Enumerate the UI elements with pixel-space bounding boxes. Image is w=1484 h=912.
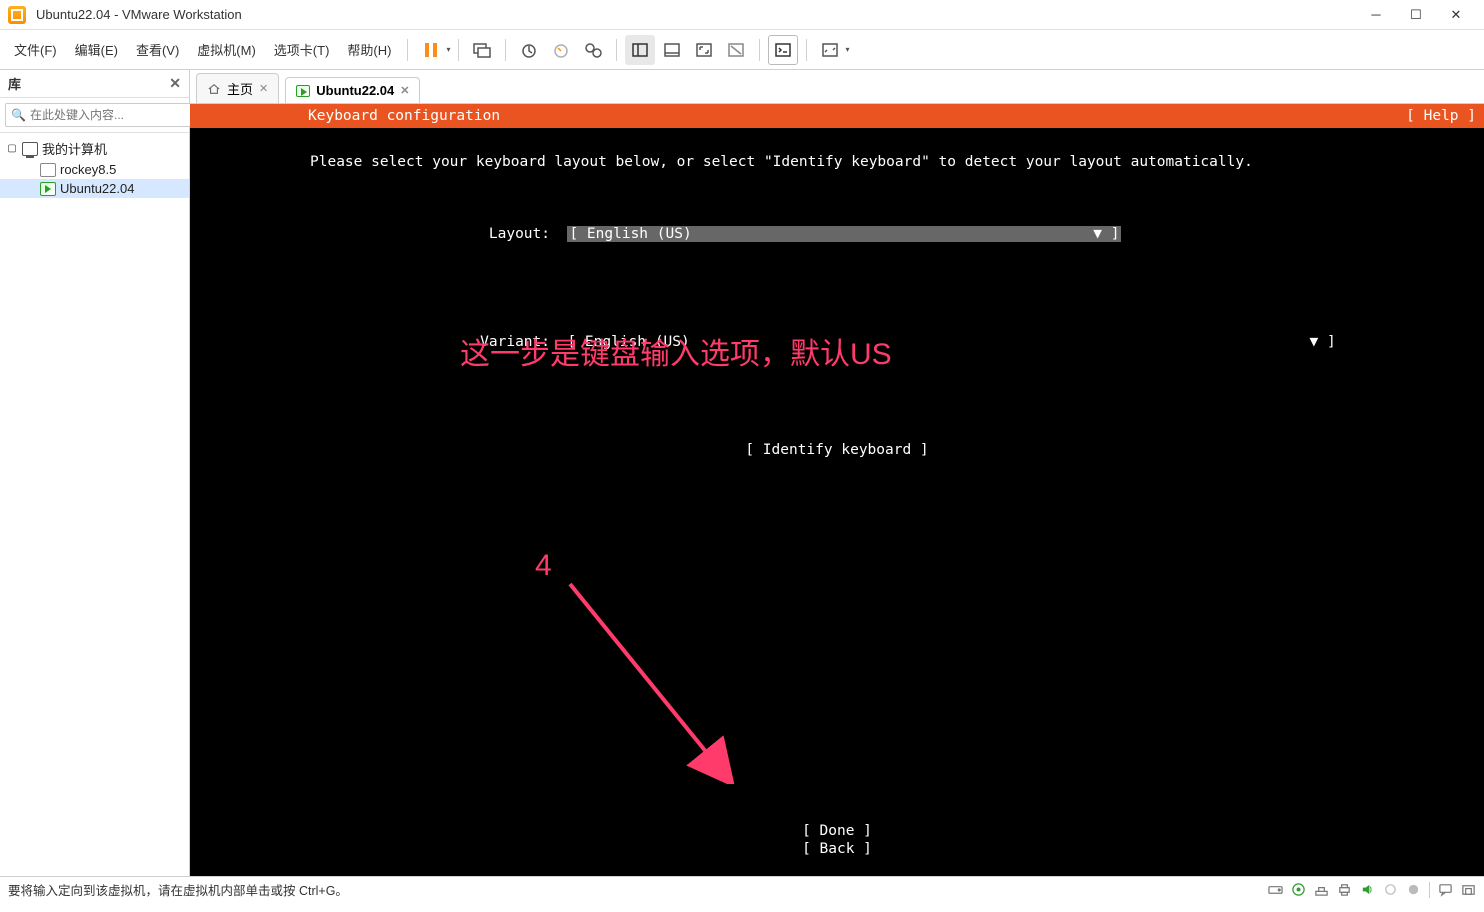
done-button[interactable]: [ Done ] xyxy=(190,822,1484,840)
pause-button[interactable] xyxy=(416,35,446,65)
maximize-button[interactable]: ☐ xyxy=(1396,0,1436,30)
status-icons xyxy=(1268,882,1476,898)
sidebar-search: 🔍 ▾ xyxy=(0,98,189,133)
sidebar-search-input[interactable] xyxy=(5,103,192,127)
tree-item-rockey[interactable]: rockey8.5 xyxy=(0,160,189,179)
input-grab-icon[interactable] xyxy=(1461,882,1476,897)
status-hint: 要将输入定向到该虚拟机，请在虚拟机内部单击或按 Ctrl+G。 xyxy=(8,880,348,899)
installer-instruction: Please select your keyboard layout below… xyxy=(190,152,1484,172)
tree-root-label: 我的计算机 xyxy=(42,139,107,158)
sidebar-header: 库 ✕ xyxy=(0,70,189,98)
sidebar-close-button[interactable]: ✕ xyxy=(169,75,181,92)
installer-footer: [ Done ] [ Back ] xyxy=(190,822,1484,858)
annotation-arrow xyxy=(560,574,740,784)
vm-running-icon xyxy=(40,182,56,196)
tabstrip: 主页 ✕ Ubuntu22.04 ✕ xyxy=(190,70,1484,104)
home-icon xyxy=(207,83,221,95)
close-button[interactable]: ✕ xyxy=(1436,0,1476,30)
tab-close-button[interactable]: ✕ xyxy=(259,82,268,95)
annotation-number: 4 xyxy=(535,549,552,583)
menu-tabs[interactable]: 选项卡(T) xyxy=(266,36,338,63)
tree-item-label: rockey8.5 xyxy=(60,162,116,177)
window-title: Ubuntu22.04 - VMware Workstation xyxy=(36,7,1356,22)
tab-home-label: 主页 xyxy=(227,79,253,98)
view-sidebar-button[interactable] xyxy=(625,35,655,65)
sidebar: 库 ✕ 🔍 ▾ ▢ 我的计算机 rockey8.5 Ubuntu22.04 xyxy=(0,70,190,876)
app-icon xyxy=(8,6,26,24)
installer-help-button[interactable]: [ Help ] xyxy=(1406,108,1476,124)
snapshot-revert-button[interactable] xyxy=(546,35,576,65)
installer-body: Please select your keyboard layout below… xyxy=(190,128,1484,492)
computer-icon xyxy=(22,142,38,156)
collapse-icon[interactable]: ▢ xyxy=(6,143,18,154)
menu-file[interactable]: 文件(F) xyxy=(6,36,65,63)
tree-root[interactable]: ▢ 我的计算机 xyxy=(0,137,189,160)
search-icon: 🔍 xyxy=(11,108,26,122)
usb-icon[interactable] xyxy=(1383,882,1398,897)
stretch-guest-button[interactable] xyxy=(815,35,845,65)
harddisk-icon[interactable] xyxy=(1268,882,1283,897)
menu-view[interactable]: 查看(V) xyxy=(128,36,187,63)
cdrom-icon[interactable] xyxy=(1291,882,1306,897)
view-console-button[interactable] xyxy=(657,35,687,65)
sound-icon[interactable] xyxy=(1360,882,1375,897)
identify-keyboard-button[interactable]: [ Identify keyboard ] xyxy=(745,442,928,458)
snapshot-take-button[interactable] xyxy=(514,35,544,65)
console-view-button[interactable] xyxy=(768,35,798,65)
titlebar: Ubuntu22.04 - VMware Workstation ─ ☐ ✕ xyxy=(0,0,1484,30)
tab-close-button[interactable]: ✕ xyxy=(400,84,409,97)
library-tree: ▢ 我的计算机 rockey8.5 Ubuntu22.04 xyxy=(0,133,189,202)
layout-label: Layout: xyxy=(190,224,550,244)
menubar: 文件(F) 编辑(E) 查看(V) 虚拟机(M) 选项卡(T) 帮助(H) ▾ … xyxy=(0,30,1484,70)
vm-icon xyxy=(40,163,56,177)
statusbar: 要将输入定向到该虚拟机，请在虚拟机内部单击或按 Ctrl+G。 xyxy=(0,876,1484,902)
menu-vm[interactable]: 虚拟机(M) xyxy=(189,36,264,63)
vm-console[interactable]: Keyboard configuration [ Help ] Please s… xyxy=(190,104,1484,876)
send-ctrl-alt-del-button[interactable] xyxy=(467,35,497,65)
annotation-text: 这一步是键盘输入选项，默认US xyxy=(460,329,892,373)
back-button[interactable]: [ Back ] xyxy=(190,840,1484,858)
network-icon[interactable] xyxy=(1314,882,1329,897)
tab-vm-label: Ubuntu22.04 xyxy=(316,83,394,98)
record-icon[interactable] xyxy=(1406,882,1421,897)
vm-running-icon xyxy=(296,85,310,97)
minimize-button[interactable]: ─ xyxy=(1356,0,1396,30)
menu-help[interactable]: 帮助(H) xyxy=(339,36,399,63)
power-dropdown[interactable]: ▾ xyxy=(446,45,450,54)
content-area: 主页 ✕ Ubuntu22.04 ✕ Keyboard configuratio… xyxy=(190,70,1484,876)
stretch-dropdown[interactable]: ▾ xyxy=(845,45,849,54)
view-unity-button[interactable] xyxy=(721,35,751,65)
view-fullscreen-button[interactable] xyxy=(689,35,719,65)
installer-header: Keyboard configuration [ Help ] xyxy=(190,104,1484,128)
tab-home[interactable]: 主页 ✕ xyxy=(196,73,279,103)
printer-icon[interactable] xyxy=(1337,882,1352,897)
sidebar-title: 库 xyxy=(8,74,21,93)
menu-edit[interactable]: 编辑(E) xyxy=(67,36,126,63)
layout-select[interactable]: [ English (US) ▼ ] xyxy=(567,226,1121,242)
installer-title: Keyboard configuration xyxy=(308,108,500,124)
tree-item-ubuntu[interactable]: Ubuntu22.04 xyxy=(0,179,189,198)
tree-item-label: Ubuntu22.04 xyxy=(60,181,134,196)
message-icon[interactable] xyxy=(1438,882,1453,897)
snapshot-manager-button[interactable] xyxy=(578,35,608,65)
tab-vm[interactable]: Ubuntu22.04 ✕ xyxy=(285,77,420,103)
